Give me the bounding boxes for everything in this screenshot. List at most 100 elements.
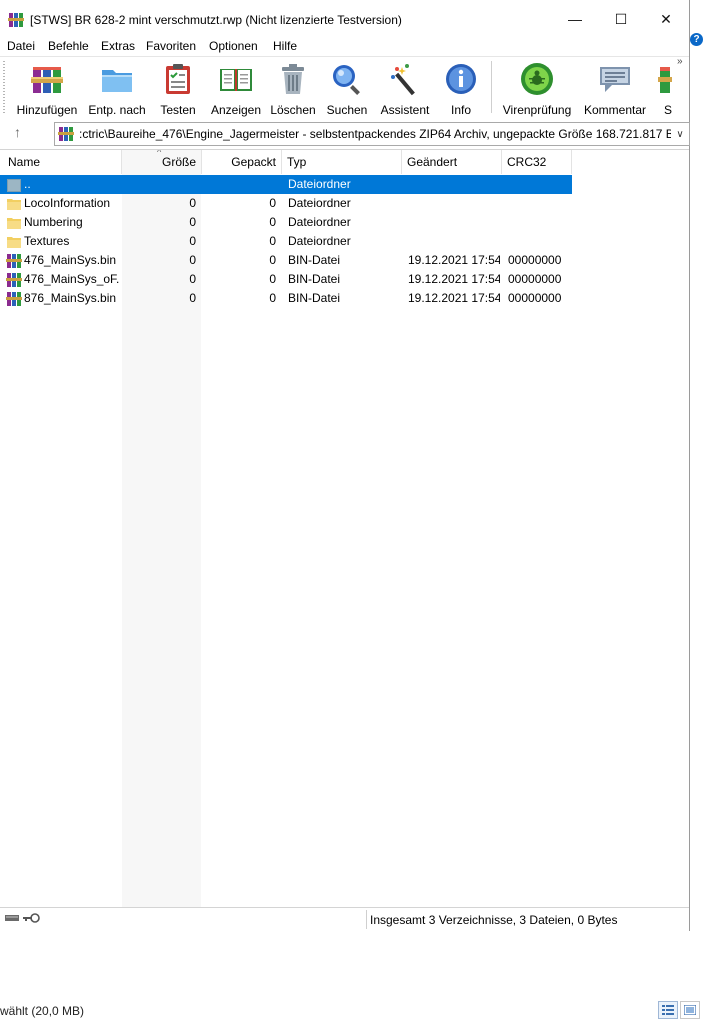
cell-packed: 0 (269, 234, 276, 248)
folder-icon (7, 237, 21, 248)
cell-modified: 19.12.2021 17:54 (408, 253, 500, 267)
toolbar-button-test[interactable]: Testen (160, 59, 196, 117)
virus-scan-icon (521, 63, 553, 95)
toolbar-overflow-chevron-icon[interactable]: » (677, 56, 683, 67)
folder-icon (7, 199, 21, 210)
cell-packed: 0 (269, 291, 276, 305)
toolbar-button-search[interactable]: Suchen (327, 59, 367, 117)
help-icon[interactable]: ? (690, 33, 703, 46)
toolbar-grip[interactable] (3, 61, 5, 113)
maximize-button[interactable]: ☐ (598, 0, 644, 38)
toolbar-button-virus-scan[interactable]: Virenprüfung (501, 59, 573, 117)
column-header-modified[interactable]: Geändert (402, 150, 502, 174)
toolbar-label: Info (450, 103, 471, 117)
details-view-button[interactable] (658, 1001, 678, 1019)
status-summary: Insgesamt 3 Verzeichnisse, 3 Dateien, 0 … (370, 913, 618, 927)
cell-name: LocoInformation (24, 196, 111, 210)
toolbar-label: Testen (160, 103, 196, 117)
cell-modified: 19.12.2021 17:54 (408, 291, 500, 305)
table-row[interactable]: 476_MainSys_oF... 0 0 BIN-Datei 19.12.2021 1… (0, 270, 572, 289)
title-bar[interactable]: [STWS] BR 628-2 mint verschmutzt.rwp (Ni… (0, 0, 689, 38)
file-list[interactable]: Name Größe Gepackt Typ Geändert CRC32 ^ … (0, 149, 689, 908)
cell-size: 0 (189, 272, 196, 286)
column-header-crc32[interactable]: CRC32 (502, 150, 572, 174)
up-arrow-icon[interactable]: ↑ (14, 124, 21, 140)
winrar-file-icon (6, 273, 22, 287)
background-status-text: wählt (20,0 MB) (0, 1004, 85, 1018)
table-row[interactable]: Textures 0 0 Dateiordner (0, 232, 572, 251)
key-icon[interactable] (22, 913, 40, 923)
sfx-icon (658, 67, 672, 93)
cell-modified (408, 194, 500, 213)
cell-name: 476_MainSys.bin (24, 253, 117, 267)
toolbar-label: Suchen (326, 103, 368, 117)
toolbar-label: Entp. nach (88, 103, 146, 117)
column-header-name[interactable]: Name (0, 150, 122, 174)
table-row[interactable]: .. Dateiordner (0, 175, 572, 194)
column-header-type[interactable]: Typ (282, 150, 402, 174)
toolbar-button-comment[interactable]: Kommentar (582, 59, 648, 117)
toolbar-button-view[interactable]: Anzeigen (210, 59, 262, 117)
drive-icon[interactable] (5, 914, 19, 922)
cell-packed: 0 (269, 272, 276, 286)
toolbar-button-sfx[interactable]: S (656, 59, 676, 117)
cell-name: Numbering (24, 215, 83, 229)
table-row[interactable]: LocoInformation 0 0 Dateiordner (0, 194, 572, 213)
toolbar-button-info[interactable]: Info (443, 59, 479, 117)
cell-type: Dateiordner (288, 215, 351, 229)
winrar-window: [STWS] BR 628-2 mint verschmutzt.rwp (Ni… (0, 0, 690, 931)
cell-name: .. (24, 177, 31, 191)
menu-extras[interactable]: Extras (101, 39, 135, 53)
cell-size (122, 175, 196, 194)
status-divider (366, 910, 367, 929)
cell-size: 0 (189, 253, 196, 267)
cell-modified (408, 232, 500, 251)
close-button[interactable]: ✕ (643, 0, 689, 38)
toolbar-label: Virenprüfung (502, 103, 572, 117)
column-header-packed[interactable]: Gepackt (202, 150, 282, 174)
address-dropdown-button[interactable]: ∨ (671, 123, 689, 145)
cell-crc32: 00000000 (508, 272, 562, 286)
toolbar-separator (491, 61, 492, 113)
cell-packed: 0 (269, 215, 276, 229)
winrar-file-icon (6, 292, 22, 306)
toolbar-button-extract[interactable]: Entp. nach (87, 59, 147, 117)
minimize-icon: — (568, 11, 582, 27)
menu-datei[interactable]: Datei (7, 39, 35, 53)
cell-size: 0 (189, 215, 196, 229)
winrar-app-icon (8, 13, 24, 27)
address-bar: ↑ :ctric\Baureihe_476\Engine_Jagermeiste… (0, 120, 690, 146)
winrar-archive-icon (58, 127, 74, 141)
menu-befehle[interactable]: Befehle (48, 39, 89, 53)
close-icon: ✕ (660, 10, 672, 27)
folder-extract-icon (102, 70, 132, 92)
column-header-size[interactable]: Größe (122, 150, 202, 174)
menu-optionen[interactable]: Optionen (209, 39, 258, 53)
winrar-file-icon (6, 254, 22, 268)
clipboard-check-icon (166, 64, 190, 94)
table-row[interactable]: 876_MainSys.bin 0 0 BIN-Datei 19.12.2021 17:… (0, 289, 572, 308)
toolbar-button-add[interactable]: Hinzufügen (16, 59, 78, 117)
toolbar-label: Hinzufügen (16, 103, 78, 117)
toolbar-button-delete[interactable]: Löschen (270, 59, 316, 117)
parent-folder-icon (7, 179, 21, 192)
cell-name: 876_MainSys.bin (24, 291, 117, 305)
preview-view-button[interactable] (680, 1001, 700, 1019)
menu-hilfe[interactable]: Hilfe (273, 39, 297, 53)
cell-type: Dateiordner (288, 177, 351, 191)
details-view-icon (662, 1005, 674, 1015)
menu-favoriten[interactable]: Favoriten (146, 39, 196, 53)
table-row[interactable]: 476_MainSys.bin 0 0 BIN-Datei 19.12.2021 17:… (0, 251, 572, 270)
minimize-button[interactable]: — (552, 0, 598, 38)
magic-wand-icon (391, 64, 415, 96)
cell-packed: 0 (269, 196, 276, 210)
toolbar-button-wizard[interactable]: Assistent (380, 59, 430, 117)
status-bar: Insgesamt 3 Verzeichnisse, 3 Dateien, 0 … (0, 907, 689, 931)
toolbar-label: S (664, 103, 673, 117)
toolbar-label: Kommentar (583, 103, 647, 117)
info-icon (446, 64, 476, 94)
address-field[interactable]: :ctric\Baureihe_476\Engine_Jagermeister … (54, 122, 690, 146)
table-row[interactable]: Numbering 0 0 Dateiordner (0, 213, 572, 232)
cell-type: Dateiordner (288, 196, 351, 210)
toolbar-label: Assistent (380, 103, 430, 117)
